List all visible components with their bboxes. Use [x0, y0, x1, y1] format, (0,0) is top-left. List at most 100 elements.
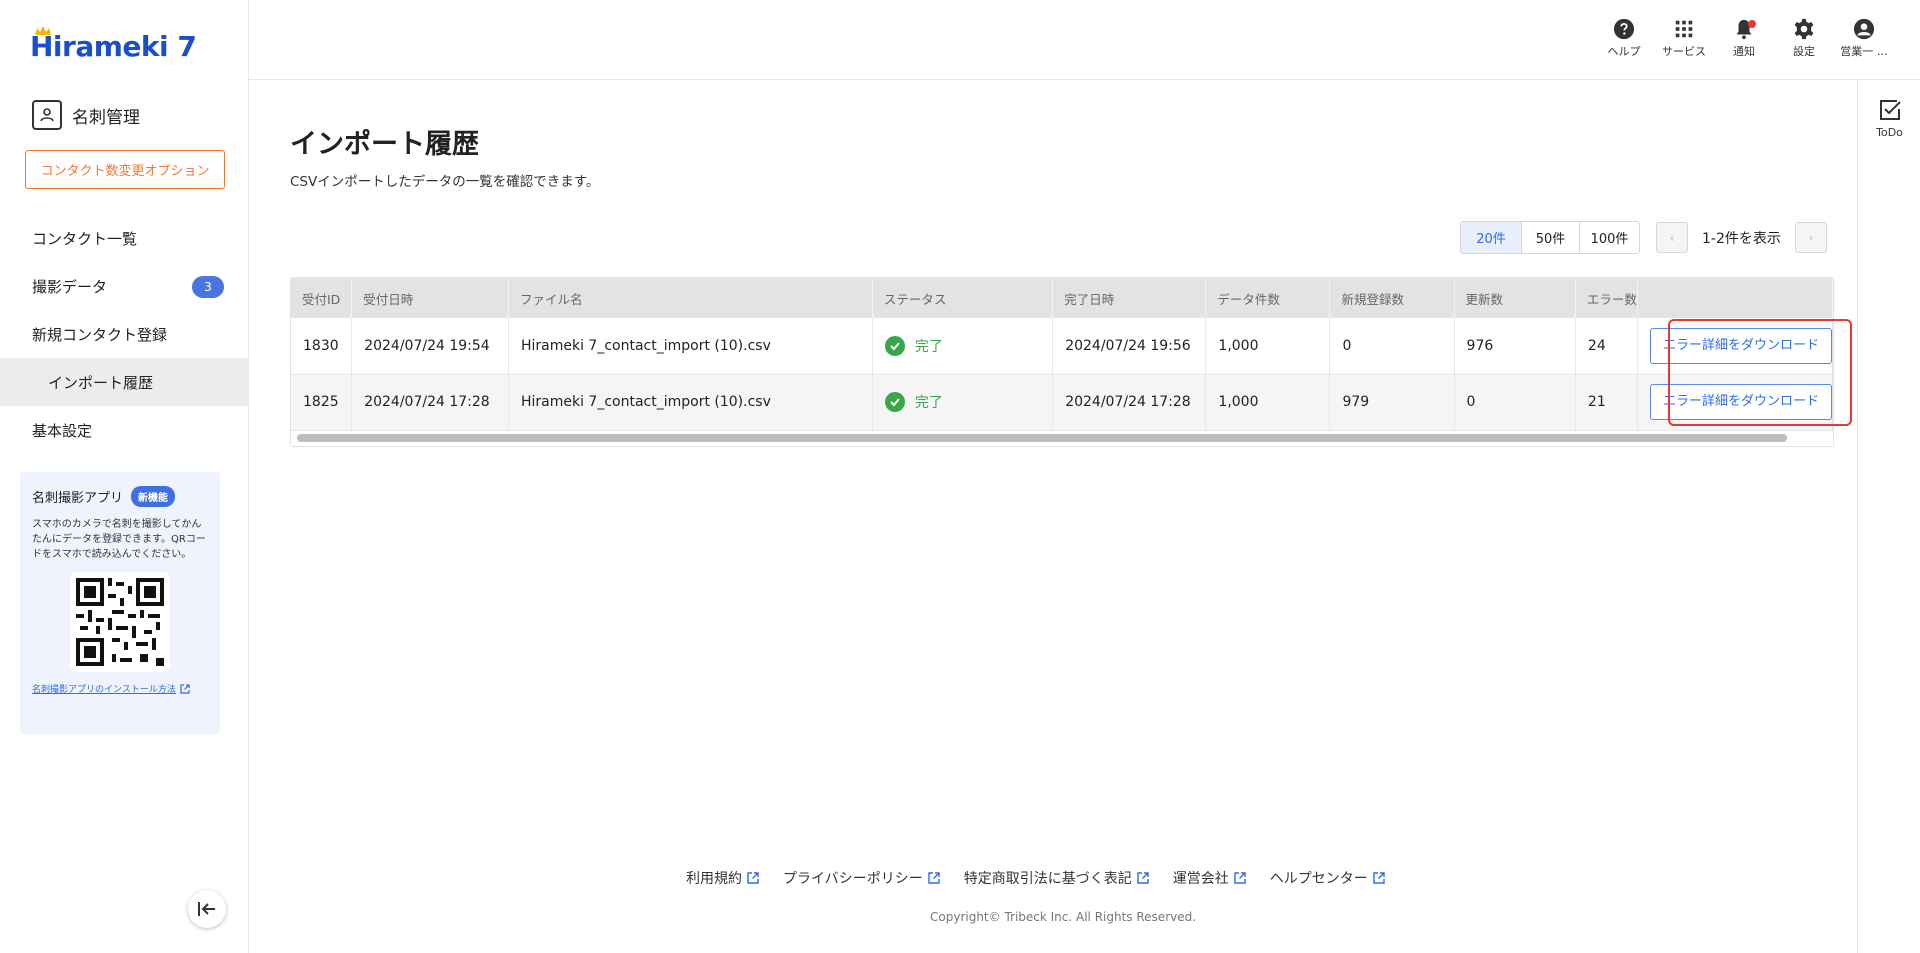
footer-link-help-center[interactable]: ヘルプセンター: [1270, 868, 1385, 888]
page-size-100[interactable]: 100件: [1579, 222, 1639, 253]
user-avatar-icon: [1853, 18, 1875, 40]
external-link-icon: [1373, 872, 1385, 884]
download-error-button[interactable]: エラー詳細をダウンロード: [1649, 327, 1832, 364]
external-link-icon: [928, 872, 940, 884]
help-button[interactable]: ヘルプ: [1594, 18, 1654, 59]
top-header: ヘルプ サービス 通知 設定 営業一 …: [249, 0, 1920, 80]
cell-errors: 24: [1575, 318, 1638, 375]
sidebar-item-label: インポート履歴: [48, 373, 154, 392]
check-circle-icon: [884, 335, 905, 356]
external-link-icon: [1234, 872, 1246, 884]
page-size-20[interactable]: 20件: [1461, 222, 1521, 253]
page-description: CSVインポートしたデータの一覧を確認できます。: [290, 174, 600, 190]
help-icon: [1613, 18, 1635, 40]
sidebar-item-basic-settings[interactable]: 基本設定: [0, 406, 249, 454]
count-badge: 3: [192, 276, 224, 298]
page-size-50[interactable]: 50件: [1521, 222, 1579, 253]
new-feature-badge: 新機能: [131, 486, 176, 507]
settings-button[interactable]: 設定: [1774, 18, 1834, 59]
import-history-table: 受付ID 受付日時 ファイル名 ステータス 完了日時 データ件数 新規登録数 更…: [290, 277, 1834, 447]
cell-id: 1825: [291, 374, 353, 431]
column-header: データ件数: [1205, 278, 1331, 318]
footer-link-label: プライバシーポリシー: [783, 871, 923, 887]
page-title: インポート履歴: [290, 129, 479, 160]
user-menu-button[interactable]: 営業一 …: [1834, 18, 1894, 59]
brand-logo[interactable]: Hirameki 7: [30, 26, 197, 63]
sidebar-item-scan-data[interactable]: 撮影データ 3: [0, 262, 249, 310]
contact-option-button[interactable]: コンタクト数変更オプション: [25, 150, 225, 189]
services-button[interactable]: サービス: [1654, 18, 1714, 59]
cell-count: 1,000: [1205, 374, 1331, 431]
status-label: 完了: [914, 395, 943, 411]
footer-link-commerce-law[interactable]: 特定商取引法に基づく表記: [964, 868, 1149, 888]
settings-label: 設定: [1793, 45, 1815, 58]
services-label: サービス: [1662, 45, 1706, 58]
cell-file: Hirameki 7_contact_import (10).csv: [508, 318, 873, 375]
footer-link-terms[interactable]: 利用規約: [686, 868, 759, 888]
todo-button[interactable]: ToDo: [1858, 98, 1920, 139]
sidebar-nav: コンタクト一覧 撮影データ 3 新規コンタクト登録 インポート履歴 基本設定: [0, 214, 249, 454]
cell-action: エラー詳細をダウンロード: [1637, 318, 1833, 375]
external-link-icon: [747, 872, 759, 884]
status-label: 完了: [914, 338, 943, 355]
sidebar-item-contacts[interactable]: コンタクト一覧: [0, 214, 249, 262]
promo-header: 名刺撮影アプリ 新機能: [32, 486, 208, 507]
prev-page-button[interactable]: ‹: [1656, 222, 1688, 253]
app-install-link[interactable]: 名刺撮影アプリのインストール方法: [32, 682, 208, 695]
crown-icon: [35, 26, 51, 35]
footer-links: 利用規約 プライバシーポリシー 特定商取引法に基づく表記 運営会社 ヘルプセンタ…: [686, 868, 1385, 888]
qr-code-icon: [76, 578, 164, 666]
header-icon-bar: ヘルプ サービス 通知 設定 営業一 …: [1594, 18, 1894, 59]
footer-link-label: 特定商取引法に基づく表記: [963, 871, 1132, 887]
notifications-button[interactable]: 通知: [1714, 18, 1774, 59]
app-title: 名刺管理: [32, 100, 140, 130]
sidebar-item-new-contact[interactable]: 新規コンタクト登録: [0, 310, 249, 358]
cell-count: 1,000: [1205, 318, 1331, 375]
sidebar: Hirameki 7 名刺管理 コンタクト数変更オプション コンタクト一覧 撮影…: [0, 0, 249, 953]
collapse-sidebar-button[interactable]: [188, 890, 226, 928]
table-header-row: 受付ID 受付日時 ファイル名 ステータス 完了日時 データ件数 新規登録数 更…: [291, 278, 1833, 318]
footer-link-label: 利用規約: [686, 871, 742, 887]
horizontal-scrollbar[interactable]: [297, 434, 1787, 442]
logo-text: Hirameki 7: [30, 30, 197, 63]
sidebar-item-label: コンタクト一覧: [32, 229, 138, 248]
status-badge: 完了: [884, 335, 1052, 356]
footer-link-privacy[interactable]: プライバシーポリシー: [783, 868, 940, 888]
qr-code: [70, 572, 170, 672]
footer-link-label: 運営会社: [1172, 871, 1229, 887]
page-size-selector: 20件 50件 100件: [1460, 221, 1640, 254]
cell-id: 1830: [291, 318, 353, 375]
promo-title: 名刺撮影アプリ: [32, 491, 124, 506]
column-header: 更新数: [1454, 278, 1576, 318]
download-error-button[interactable]: エラー詳細をダウンロード: [1649, 384, 1832, 420]
copyright: Copyright© Tribeck Inc. All Rights Reser…: [930, 910, 1197, 924]
column-header-action: [1637, 278, 1833, 318]
user-label: 営業一 …: [1840, 45, 1888, 58]
cell-new: 0: [1329, 318, 1455, 375]
gear-icon: [1794, 18, 1814, 40]
column-header: ファイル名: [508, 278, 873, 318]
notification-dot: [1748, 20, 1756, 28]
business-card-icon: [32, 100, 62, 130]
cell-status: 完了: [872, 374, 1054, 431]
todo-label: ToDo: [1876, 126, 1903, 139]
column-header: 受付ID: [291, 278, 353, 318]
pagination-bar: 20件 50件 100件 ‹ 1-2件を表示 ›: [1460, 221, 1827, 254]
apps-grid-icon: [1675, 20, 1693, 38]
table-row: 1825 2024/07/24 17:28 Hirameki 7_contact…: [291, 374, 1833, 431]
footer-link-company[interactable]: 運営会社: [1173, 868, 1246, 888]
promo-description: スマホのカメラで名刺を撮影してかんたんにデータを登録できます。QRコードをスマホ…: [32, 519, 206, 560]
next-page-button[interactable]: ›: [1794, 222, 1827, 253]
cell-new: 979: [1329, 374, 1455, 431]
cell-errors: 21: [1575, 374, 1638, 431]
sidebar-item-import-history[interactable]: インポート履歴: [0, 358, 249, 406]
column-header: 完了日時: [1052, 278, 1207, 318]
column-header: 受付日時: [351, 278, 509, 318]
cell-status: 完了: [872, 318, 1054, 375]
app-install-link-label: 名刺撮影アプリのインストール方法: [32, 685, 176, 695]
todo-rail: ToDo: [1857, 80, 1920, 953]
table-row: 1830 2024/07/24 19:54 Hirameki 7_contact…: [291, 318, 1833, 375]
table: 受付ID 受付日時 ファイル名 ステータス 完了日時 データ件数 新規登録数 更…: [291, 278, 1833, 431]
cell-completed: 2024/07/24 17:28: [1052, 374, 1207, 431]
app-promo-card: 名刺撮影アプリ 新機能 スマホのカメラで名刺を撮影してかんたんにデータを登録でき…: [20, 472, 220, 734]
